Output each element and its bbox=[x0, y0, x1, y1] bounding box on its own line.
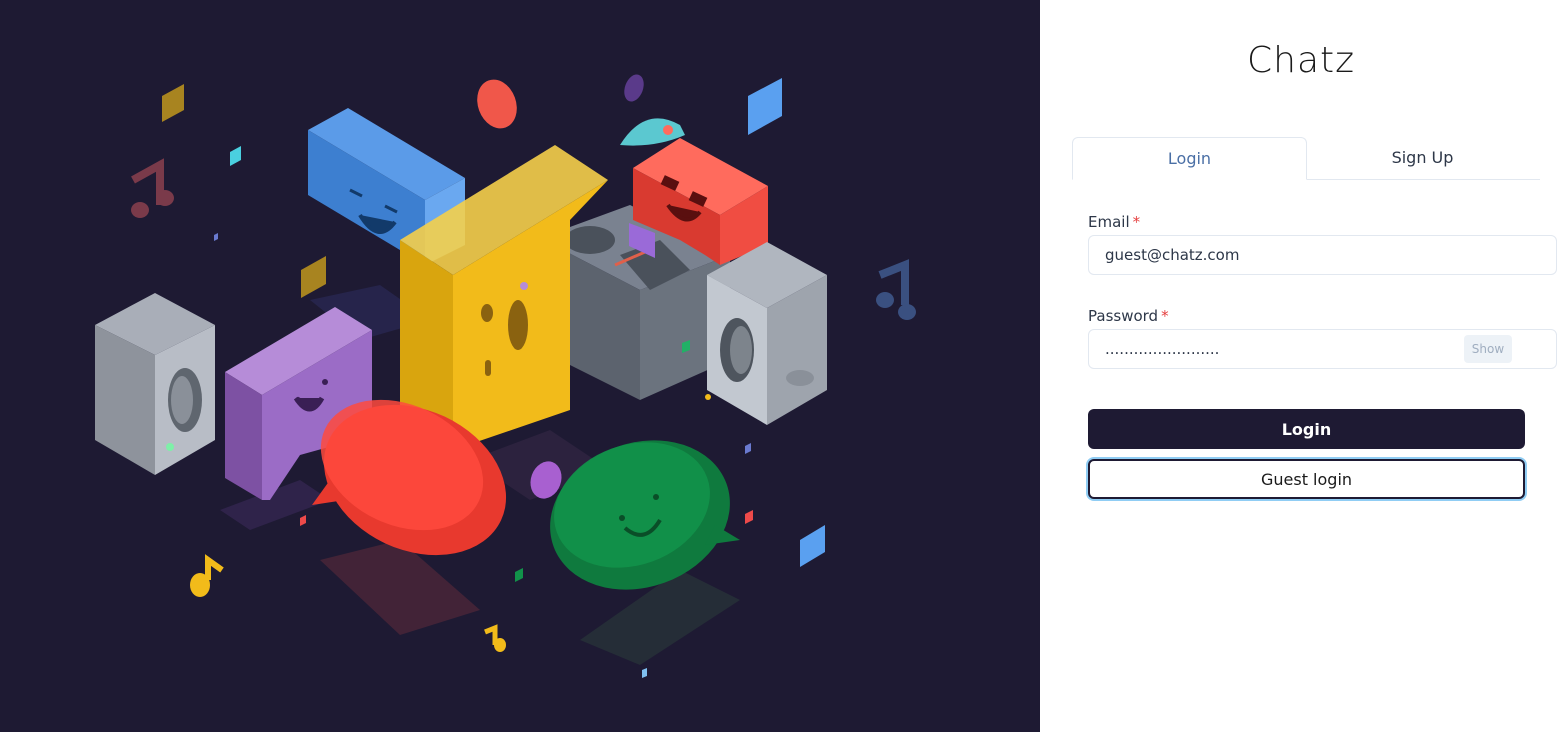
required-mark: * bbox=[1161, 307, 1169, 325]
show-password-button[interactable]: Show bbox=[1464, 335, 1512, 363]
email-field[interactable] bbox=[1088, 235, 1557, 275]
tab-sign-up[interactable]: Sign Up bbox=[1306, 137, 1539, 178]
music-note-icon bbox=[484, 624, 506, 652]
login-panel: Chatz Login Sign Up Email* Password* Sho… bbox=[1040, 0, 1562, 732]
tab-login[interactable]: Login bbox=[1072, 137, 1307, 180]
login-button[interactable]: Login bbox=[1088, 409, 1525, 449]
music-note-icon bbox=[131, 158, 174, 218]
required-mark: * bbox=[1132, 213, 1141, 231]
hero-illustration bbox=[0, 0, 1040, 732]
music-note-icon bbox=[190, 554, 224, 597]
password-label: Password * bbox=[1088, 307, 1169, 325]
music-note-icon bbox=[876, 259, 916, 320]
guest-login-button[interactable]: Guest login bbox=[1088, 459, 1525, 499]
email-label-text: Email bbox=[1088, 213, 1130, 231]
password-label-text: Password bbox=[1088, 307, 1159, 325]
decor-oval-red bbox=[477, 79, 517, 129]
email-label: Email * bbox=[1088, 213, 1140, 231]
app-title: Chatz bbox=[1246, 40, 1356, 81]
auth-tabs: Login Sign Up bbox=[1072, 137, 1540, 180]
shadow-shape bbox=[320, 540, 480, 635]
decor-square-gold bbox=[162, 84, 184, 122]
decor-square-blue bbox=[748, 78, 782, 135]
chat-illustration bbox=[95, 74, 916, 678]
